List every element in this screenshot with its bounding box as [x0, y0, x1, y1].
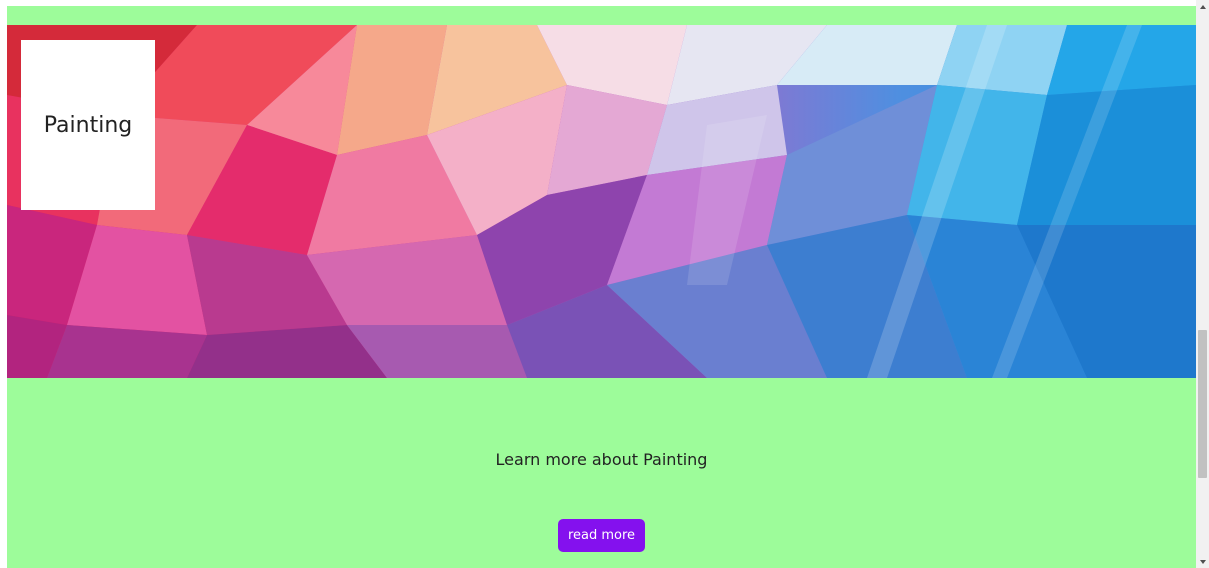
scrollbar-thumb[interactable] — [1198, 330, 1207, 478]
read-more-button[interactable]: read more — [558, 519, 645, 552]
card-title: Painting — [43, 112, 133, 138]
low-poly-background — [7, 25, 1196, 378]
chevron-down-icon[interactable] — [1196, 555, 1209, 568]
learn-more-heading: Learn more about Painting — [495, 450, 708, 469]
vertical-scrollbar[interactable] — [1196, 0, 1209, 568]
banner-image: Painting — [7, 25, 1196, 378]
title-card: Painting — [21, 40, 155, 210]
chevron-up-icon[interactable] — [1196, 0, 1209, 13]
painting-section: Painting Learn more about Painting read … — [7, 6, 1196, 568]
page: Painting Learn more about Painting read … — [0, 0, 1209, 568]
